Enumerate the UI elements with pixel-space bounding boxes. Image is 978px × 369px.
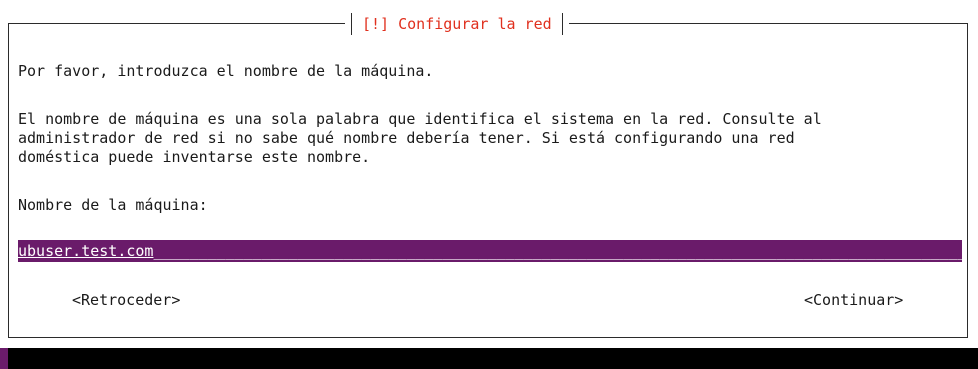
continue-button[interactable]: <Continuar> — [804, 290, 903, 310]
bottom-bar-marker — [0, 348, 8, 369]
description-line-1: El nombre de máquina es una sola palabra… — [18, 110, 822, 128]
description-line-2: administrador de red si no sabe qué nomb… — [18, 129, 795, 147]
dialog-title-bar: [!] Configurar la red — [345, 12, 569, 36]
input-fill: ________________________________________… — [153, 242, 962, 260]
back-button[interactable]: <Retroceder> — [72, 290, 180, 310]
hostname-input[interactable]: ubuser.test.com_________________________… — [18, 240, 962, 262]
bottom-status-bar — [0, 348, 978, 369]
field-label: Nombre de la máquina: — [18, 196, 208, 214]
title-right-tick — [561, 13, 563, 35]
dialog-title: [!] Configurar la red — [362, 15, 552, 33]
description-line-3: doméstica puede inventarse este nombre. — [18, 148, 371, 166]
prompt-text: Por favor, introduzca el nombre de la má… — [18, 62, 434, 80]
hostname-value[interactable]: ubuser.test.com — [18, 242, 153, 260]
